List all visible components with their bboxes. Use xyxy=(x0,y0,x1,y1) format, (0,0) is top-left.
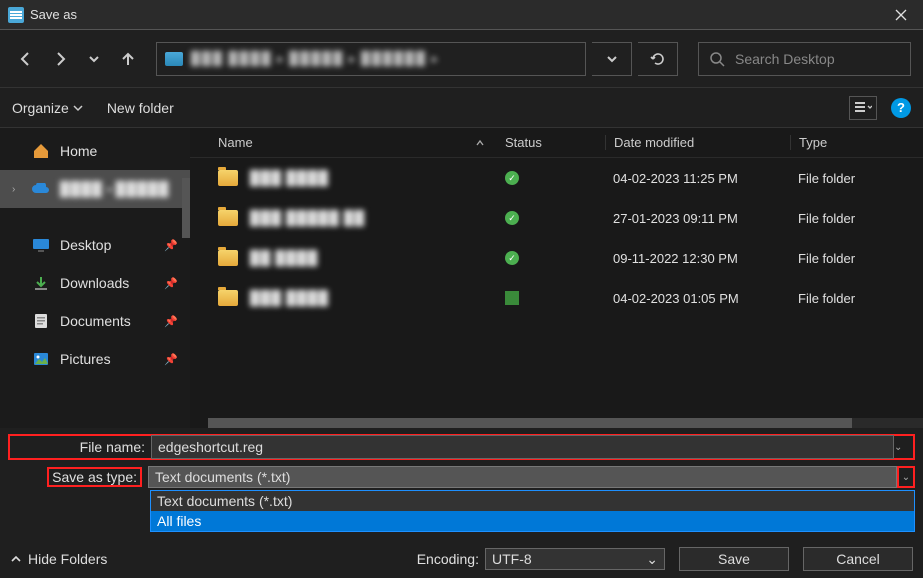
save-type-label: Save as type: xyxy=(47,467,142,487)
pin-icon: 📌 xyxy=(164,315,178,328)
sidebar-label: Documents xyxy=(60,313,131,329)
encoding-select[interactable]: UTF-8 ⌄ xyxy=(485,548,665,570)
pin-icon: 📌 xyxy=(164,353,178,366)
save-type-select[interactable]: Text documents (*.txt) xyxy=(148,466,897,488)
downloads-icon xyxy=(32,274,50,292)
dropdown-option-all[interactable]: All files xyxy=(151,511,914,531)
desktop-icon xyxy=(32,236,50,254)
new-folder-button[interactable]: New folder xyxy=(107,100,174,116)
sort-icon xyxy=(475,138,485,148)
address-dropdown[interactable] xyxy=(592,42,632,76)
recent-button[interactable] xyxy=(80,45,108,73)
save-button[interactable]: Save xyxy=(679,547,789,571)
folder-icon xyxy=(218,290,238,306)
status-synced-icon: ✓ xyxy=(505,211,519,225)
address-path: ▉▉▉ ▉▉▉▉ ▸ ▉▉▉▉▉ ▸ ▉▉▉▉▉▉ ▸ xyxy=(191,51,439,67)
col-type[interactable]: Type xyxy=(790,135,923,150)
footer: Hide Folders Encoding: UTF-8 ⌄ Save Canc… xyxy=(0,544,923,574)
filename-history-dropdown[interactable]: ⌄ xyxy=(894,442,912,453)
table-row[interactable]: ▉▉ ▉▉▉▉ ✓ 09-11-2022 12:30 PM File folde… xyxy=(190,238,923,278)
window-title: Save as xyxy=(30,7,77,22)
table-row[interactable]: ▉▉▉ ▉▉▉▉▉ ▉▉ ✓ 27-01-2023 09:11 PM File … xyxy=(190,198,923,238)
save-form: File name: ⌄ Save as type: Text document… xyxy=(0,428,923,490)
col-name[interactable]: Name xyxy=(190,135,505,150)
sidebar-item-personal[interactable]: › ▉▉▉▉ ▪ ▉▉▉▉▉ xyxy=(0,170,190,208)
sidebar-item-downloads[interactable]: Downloads 📌 xyxy=(0,264,190,302)
folder-icon xyxy=(218,210,238,226)
organize-button[interactable]: Organize xyxy=(12,100,83,116)
sidebar-label: Downloads xyxy=(60,275,129,291)
table-row[interactable]: ▉▉▉ ▉▉▉▉ ✓ 04-02-2023 11:25 PM File fold… xyxy=(190,158,923,198)
onedrive-icon xyxy=(32,180,50,198)
file-list: Name Status Date modified Type ▉▉▉ ▉▉▉▉ … xyxy=(190,128,923,428)
encoding-label: Encoding: xyxy=(417,551,479,567)
view-button[interactable] xyxy=(849,96,877,120)
sidebar-item-documents[interactable]: Documents 📌 xyxy=(0,302,190,340)
folder-icon xyxy=(218,250,238,266)
status-synced-icon: ✓ xyxy=(505,251,519,265)
column-headers: Name Status Date modified Type xyxy=(190,128,923,158)
pin-icon: 📌 xyxy=(164,277,178,290)
pin-icon: 📌 xyxy=(164,239,178,252)
hide-folders-toggle[interactable]: Hide Folders xyxy=(10,551,107,567)
horizontal-scrollbar[interactable] xyxy=(208,418,923,428)
documents-icon xyxy=(32,312,50,330)
address-bar[interactable]: ▉▉▉ ▉▉▉▉ ▸ ▉▉▉▉▉ ▸ ▉▉▉▉▉▉ ▸ xyxy=(156,42,586,76)
dropdown-option-txt[interactable]: Text documents (*.txt) xyxy=(151,491,914,511)
col-date[interactable]: Date modified xyxy=(605,135,790,150)
status-synced-icon: ✓ xyxy=(505,171,519,185)
pictures-icon xyxy=(32,350,50,368)
address-folder-icon xyxy=(165,52,183,66)
file-name-input[interactable] xyxy=(151,435,894,459)
home-icon xyxy=(32,142,50,160)
close-button[interactable] xyxy=(878,0,923,30)
refresh-button[interactable] xyxy=(638,42,678,76)
sidebar-label: ▉▉▉▉ ▪ ▉▉▉▉▉ xyxy=(60,181,170,198)
folder-icon xyxy=(218,170,238,186)
chevron-up-icon xyxy=(10,553,22,565)
sidebar-item-desktop[interactable]: Desktop 📌 xyxy=(0,226,190,264)
app-icon xyxy=(8,7,24,23)
col-status[interactable]: Status xyxy=(505,135,605,150)
file-name-label: File name: xyxy=(80,439,145,455)
search-input[interactable]: Search Desktop xyxy=(698,42,911,76)
status-local-icon xyxy=(505,291,519,305)
save-type-dropdown-arrow[interactable]: ⌄ xyxy=(897,466,915,488)
search-placeholder: Search Desktop xyxy=(735,51,835,67)
chevron-down-icon: ⌄ xyxy=(646,551,658,568)
sidebar-label: Desktop xyxy=(60,237,111,253)
back-button[interactable] xyxy=(12,45,40,73)
sidebar: Home › ▉▉▉▉ ▪ ▉▉▉▉▉ Desktop 📌 Downloads … xyxy=(0,128,190,428)
search-icon xyxy=(709,51,725,67)
sidebar-label: Pictures xyxy=(60,351,111,367)
save-type-dropdown: Text documents (*.txt) All files xyxy=(150,490,915,532)
sidebar-scrollbar[interactable] xyxy=(182,178,190,238)
table-row[interactable]: ▉▉▉ ▉▉▉▉ 04-02-2023 01:05 PM File folder xyxy=(190,278,923,318)
sidebar-item-home[interactable]: Home xyxy=(0,132,190,170)
sidebar-item-pictures[interactable]: Pictures 📌 xyxy=(0,340,190,378)
cancel-button[interactable]: Cancel xyxy=(803,547,913,571)
navbar: ▉▉▉ ▉▉▉▉ ▸ ▉▉▉▉▉ ▸ ▉▉▉▉▉▉ ▸ Search Deskt… xyxy=(0,30,923,88)
main-area: Home › ▉▉▉▉ ▪ ▉▉▉▉▉ Desktop 📌 Downloads … xyxy=(0,128,923,428)
forward-button[interactable] xyxy=(46,45,74,73)
help-button[interactable]: ? xyxy=(891,98,911,118)
up-button[interactable] xyxy=(114,45,142,73)
sidebar-label: Home xyxy=(60,143,97,159)
titlebar: Save as xyxy=(0,0,923,30)
toolbar: Organize New folder ? xyxy=(0,88,923,128)
